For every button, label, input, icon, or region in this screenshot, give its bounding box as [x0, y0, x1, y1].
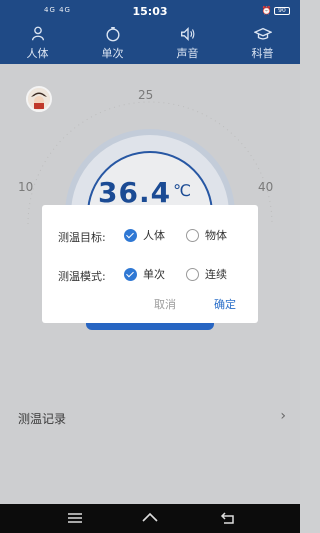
graduation-cap-icon: [253, 27, 272, 40]
system-nav-bar: [0, 504, 300, 533]
chevron-right-icon: ›: [280, 408, 286, 424]
mode-row: 测温模式: 单次 连续: [42, 265, 258, 285]
option-label: 物体: [205, 229, 227, 242]
tab-sound[interactable]: 声音: [150, 22, 225, 64]
back-icon[interactable]: [220, 511, 236, 525]
option-label: 单次: [143, 268, 165, 281]
records-row[interactable]: 测温记录 ›: [0, 404, 300, 432]
target-row: 测温目标: 人体 物体: [42, 226, 258, 246]
settings-dialog: 测温目标: 人体 物体 测温模式: 单次 连续 取消 确定: [42, 205, 258, 323]
home-icon[interactable]: [141, 511, 159, 525]
speaker-icon: [180, 26, 194, 42]
option-continuous[interactable]: 连续: [186, 266, 227, 282]
tab-label: 声音: [176, 47, 199, 60]
option-label: 人体: [143, 229, 165, 242]
target-label: 测温目标:: [58, 231, 106, 244]
menu-icon[interactable]: [67, 511, 83, 525]
radio-unchecked-icon[interactable]: [186, 267, 199, 281]
option-object[interactable]: 物体: [186, 227, 227, 243]
temperature-unit: ℃: [173, 181, 193, 200]
status-right-icons: ⏰ 90: [261, 6, 290, 15]
tab-label: 人体: [26, 47, 49, 60]
alarm-icon: ⏰: [261, 6, 272, 15]
tab-label: 单次: [101, 47, 124, 60]
option-human[interactable]: 人体: [124, 227, 165, 243]
mode-label: 测温模式:: [58, 270, 106, 283]
status-time: 15:03: [132, 5, 168, 18]
radio-checked-icon[interactable]: [124, 267, 137, 281]
gauge-mark-left: 10: [18, 180, 34, 194]
cancel-button[interactable]: 取消: [154, 296, 176, 312]
tab-person[interactable]: 人体: [0, 22, 75, 64]
gauge-mark-top: 25: [138, 88, 154, 102]
tab-science[interactable]: 科普: [225, 22, 300, 64]
tab-single[interactable]: 单次: [75, 22, 150, 64]
confirm-button[interactable]: 确定: [214, 296, 236, 312]
radio-unchecked-icon[interactable]: [186, 228, 199, 242]
option-single[interactable]: 单次: [124, 266, 165, 282]
status-bar: 4G 4G 15:03 ⏰ 90: [0, 0, 300, 22]
radio-checked-icon[interactable]: [124, 228, 137, 242]
top-tab-bar: 人体 单次 声音 科普: [0, 22, 300, 64]
gauge-mark-right: 40: [258, 180, 274, 194]
records-label: 测温记录: [18, 412, 67, 426]
option-label: 连续: [205, 268, 227, 281]
tab-label: 科普: [251, 47, 274, 60]
person-icon: [31, 26, 44, 41]
battery-icon: 90: [274, 6, 290, 15]
timer-icon: [105, 27, 120, 42]
